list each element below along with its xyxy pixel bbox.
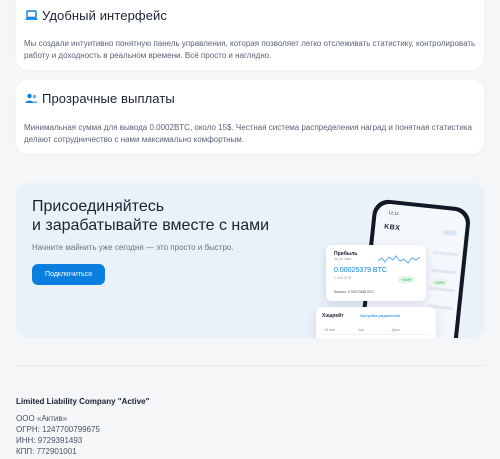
phone-time: 12:12 bbox=[388, 209, 399, 216]
company-ogrn: ОГРН: 1247700799675 bbox=[16, 425, 100, 434]
phone-row bbox=[430, 268, 457, 275]
phone-row bbox=[432, 250, 459, 257]
hashrate-col: Час bbox=[358, 328, 365, 332]
join-promo-banner: Присоединяйтесь и зарабатывайте вместе с… bbox=[16, 183, 484, 338]
promo-title-line2: и зарабатывайте вместе с нами bbox=[32, 217, 270, 234]
company-kpp: КПП: 772901001 bbox=[16, 447, 77, 456]
laptop-icon bbox=[24, 9, 38, 23]
hashrate-widget: Хэшрейт Настройка уведомлений 15 мин Час… bbox=[316, 307, 436, 338]
hashrate-title: Хэшрейт bbox=[322, 313, 344, 319]
sparkline-icon bbox=[378, 255, 420, 264]
promo-title: Присоединяйтесь и зарабатывайте вместе с… bbox=[32, 197, 269, 235]
promo-subtitle: Начните майнить уже сегодня — это просто… bbox=[32, 243, 234, 252]
growth-badge-side: +15% bbox=[431, 279, 448, 286]
profit-period: За 24 часа bbox=[334, 257, 352, 261]
feature-title: Удобный интерфейс bbox=[42, 8, 167, 23]
phone-app-logo: KBX bbox=[383, 223, 401, 233]
company-name-en: Limited Liability Company "Active" bbox=[16, 397, 150, 406]
divider bbox=[322, 334, 430, 335]
balance-text: Баланс: 0.00073485 BTC bbox=[334, 290, 375, 294]
promo-title-line1: Присоединяйтесь bbox=[32, 198, 165, 215]
phone-row bbox=[428, 286, 456, 293]
footer: Limited Liability Company "Active" ООО «… bbox=[16, 397, 149, 457]
company-name-ru: ООО «Актив» bbox=[16, 414, 68, 423]
feature-card-interface: Удобный интерфейс Мы создали интуитивно … bbox=[16, 0, 484, 70]
feature-card-header: Прозрачные выплаты bbox=[24, 91, 175, 106]
users-icon bbox=[24, 92, 38, 106]
feature-title: Прозрачные выплаты bbox=[42, 91, 175, 106]
feature-description: Минимальная сумма для вывода 0.0002BTC, … bbox=[24, 123, 472, 144]
hashrate-col: День bbox=[392, 328, 401, 332]
connect-button[interactable]: Подключиться bbox=[32, 264, 105, 285]
profit-value: 0.00025379 BTC bbox=[334, 267, 387, 274]
hashrate-col: 15 мин bbox=[324, 328, 336, 332]
profit-usd: + 123.27 $ bbox=[334, 276, 351, 280]
feature-card-header: Удобный интерфейс bbox=[24, 8, 167, 23]
notification-settings-link: Настройка уведомлений bbox=[360, 314, 400, 318]
feature-description: Мы создали интуитивно понятную панель уп… bbox=[24, 39, 476, 60]
footer-divider bbox=[16, 365, 484, 366]
phone-pill bbox=[442, 229, 458, 237]
company-inn: ИНН: 9729391493 bbox=[16, 436, 83, 445]
feature-card-payouts: Прозрачные выплаты Минимальная сумма для… bbox=[16, 80, 484, 154]
growth-badge: +15% bbox=[398, 276, 415, 283]
profit-widget: Прибыль За 24 часа 0.00025379 BTC + 123.… bbox=[326, 245, 426, 301]
